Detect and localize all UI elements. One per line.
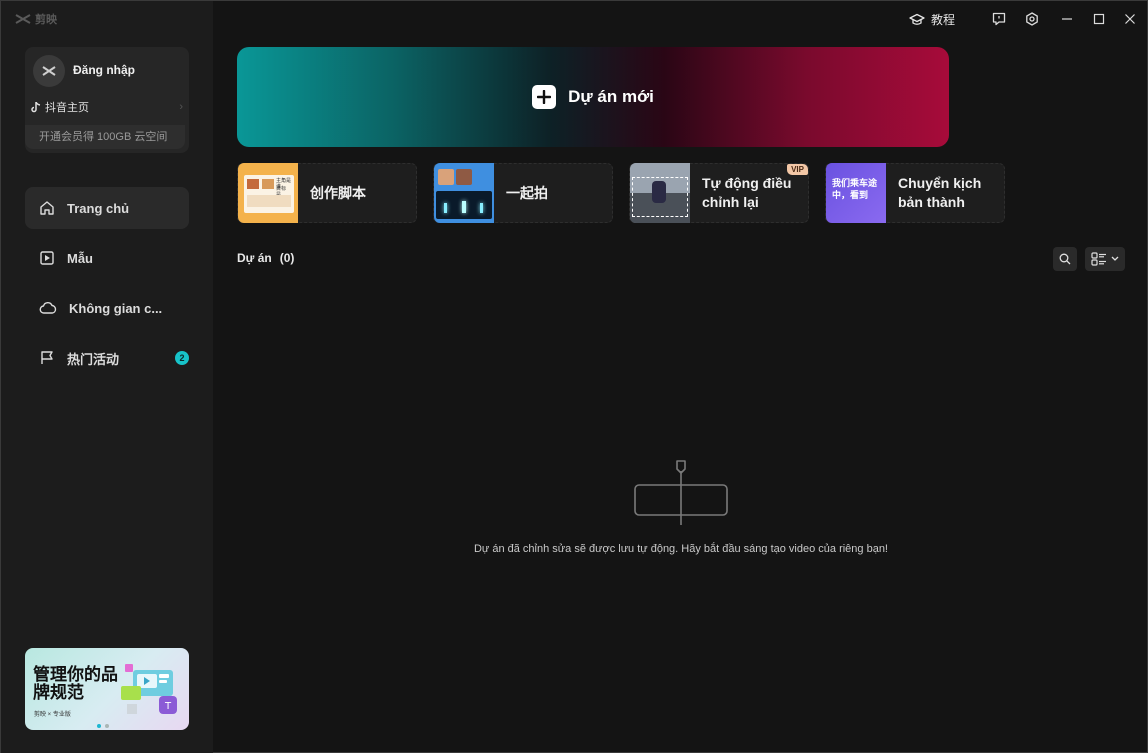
close-icon bbox=[1125, 14, 1135, 24]
tool-shoot-together[interactable]: 一起拍 bbox=[433, 163, 613, 223]
script-thumbnail: 主角是谁 目标是... bbox=[238, 163, 298, 223]
vip-promo-button[interactable]: 开通会员得 100GB 云空间 bbox=[25, 125, 185, 149]
vip-badge: VIP bbox=[787, 164, 808, 175]
app-window: 剪映 Đăng nhập 抖音主页 › 开通会员得 100GB 云空间 Tran… bbox=[0, 0, 1148, 753]
flag-icon bbox=[41, 351, 53, 364]
chevron-right-icon: › bbox=[179, 101, 183, 113]
minimize-button[interactable] bbox=[1059, 11, 1075, 27]
participant-photo bbox=[438, 169, 454, 185]
graduation-cap-icon bbox=[909, 13, 925, 25]
tutorial-label: 教程 bbox=[931, 13, 956, 27]
tiktok-icon bbox=[31, 101, 41, 112]
shoot-together-thumbnail bbox=[434, 163, 494, 223]
chevron-down-icon bbox=[1111, 256, 1119, 261]
projects-header: Dự án (0) bbox=[237, 251, 294, 265]
sidebar-item-templates[interactable]: Mẫu bbox=[25, 237, 189, 279]
tool-auto-reframe[interactable]: Tự động điều chỉnh lại VIP bbox=[629, 163, 809, 223]
sidebar-item-home[interactable]: Trang chủ bbox=[25, 187, 189, 229]
stage-light bbox=[462, 201, 466, 213]
app-logo-text: 剪映 bbox=[35, 14, 57, 26]
search-icon bbox=[1059, 253, 1071, 265]
capcut-logo-icon bbox=[15, 14, 31, 24]
maximize-button[interactable] bbox=[1091, 11, 1107, 27]
script-photo bbox=[262, 179, 274, 189]
sidebar-item-label: 热门活动 bbox=[67, 351, 120, 367]
tool-create-script[interactable]: 主角是谁 目标是... 创作脚本 bbox=[237, 163, 417, 223]
capcut-avatar-icon bbox=[42, 66, 56, 76]
carousel-dot[interactable] bbox=[97, 724, 101, 728]
grid-view-icon bbox=[1091, 252, 1106, 266]
view-mode-dropdown[interactable] bbox=[1085, 247, 1125, 271]
tutorial-button[interactable]: 教程 bbox=[909, 11, 955, 28]
new-project-label: Dự án mới bbox=[568, 87, 654, 106]
sidebar-item-label: Trang chủ bbox=[67, 200, 130, 216]
sidebar: 剪映 Đăng nhập 抖音主页 › 开通会员得 100GB 云空间 Tran… bbox=[1, 1, 213, 753]
douyin-label: 抖音主页 bbox=[45, 102, 89, 114]
feedback-icon bbox=[992, 12, 1006, 26]
minimize-icon bbox=[1062, 18, 1072, 20]
promo-banner[interactable]: 管理你的品牌规范 剪映 × 专业版 T bbox=[25, 648, 189, 730]
home-icon bbox=[40, 201, 54, 215]
carousel-dot[interactable] bbox=[105, 724, 109, 728]
app-logo: 剪映 bbox=[15, 11, 57, 27]
empty-timeline-icon bbox=[634, 460, 728, 525]
tool-label: 创作脚本 bbox=[310, 184, 366, 201]
notification-badge: 2 bbox=[175, 351, 189, 365]
douyin-homepage-link[interactable]: 抖音主页 › bbox=[31, 99, 183, 115]
participant-photo bbox=[456, 169, 472, 185]
avatar[interactable] bbox=[33, 55, 65, 87]
cloud-icon bbox=[39, 302, 57, 314]
thumb-caption: 我们乘车途中，看到 bbox=[832, 178, 878, 200]
template-icon bbox=[40, 251, 54, 265]
projects-count: (0) bbox=[279, 251, 295, 265]
reframe-box bbox=[632, 177, 688, 217]
brand-illustration-icon: T bbox=[121, 664, 177, 714]
tool-label: 一起拍 bbox=[506, 184, 548, 201]
plus-icon bbox=[532, 85, 557, 109]
promo-title: 管理你的品牌规范 bbox=[33, 665, 118, 702]
auto-reframe-thumbnail bbox=[630, 163, 690, 223]
stage-light bbox=[480, 203, 483, 213]
tool-label: Tự động điều chỉnh lại bbox=[702, 175, 792, 210]
settings-button[interactable] bbox=[1024, 11, 1040, 27]
feedback-button[interactable] bbox=[991, 11, 1007, 27]
tool-script-to-video[interactable]: 我们乘车途中，看到 Chuyển kịch bản thành bbox=[825, 163, 1005, 223]
script-line bbox=[247, 195, 291, 207]
new-project-button[interactable]: Dự án mới bbox=[237, 47, 949, 147]
svg-text:T: T bbox=[164, 701, 172, 712]
sidebar-item-label: Không gian c... bbox=[69, 300, 163, 316]
script-to-video-thumbnail: 我们乘车途中，看到 bbox=[826, 163, 886, 223]
sidebar-item-label: Mẫu bbox=[67, 250, 93, 266]
stage-light bbox=[444, 203, 447, 213]
account-card: Đăng nhập 抖音主页 › 开通会员得 100GB 云空间 bbox=[25, 47, 189, 153]
projects-title: Dự án bbox=[237, 251, 272, 265]
close-button[interactable] bbox=[1122, 11, 1138, 27]
sidebar-item-hot-events[interactable]: 热门活动 2 bbox=[25, 337, 189, 379]
search-button[interactable] bbox=[1053, 247, 1077, 271]
settings-hex-icon bbox=[1026, 12, 1038, 26]
script-photo bbox=[247, 179, 259, 189]
empty-state-message: Dự án đã chỉnh sửa sẽ được lưu tự động. … bbox=[473, 543, 888, 555]
tool-label: Chuyển kịch bản thành bbox=[898, 175, 982, 210]
carousel-dots bbox=[97, 724, 109, 728]
sidebar-item-cloud-space[interactable]: Không gian c... bbox=[25, 287, 189, 329]
maximize-icon bbox=[1093, 13, 1105, 25]
sidebar-nav: Trang chủ Mẫu Không gian c... 热门活动 2 bbox=[25, 187, 189, 387]
login-button[interactable]: Đăng nhập bbox=[73, 63, 135, 77]
promo-subtitle: 剪映 × 专业版 bbox=[34, 712, 71, 718]
